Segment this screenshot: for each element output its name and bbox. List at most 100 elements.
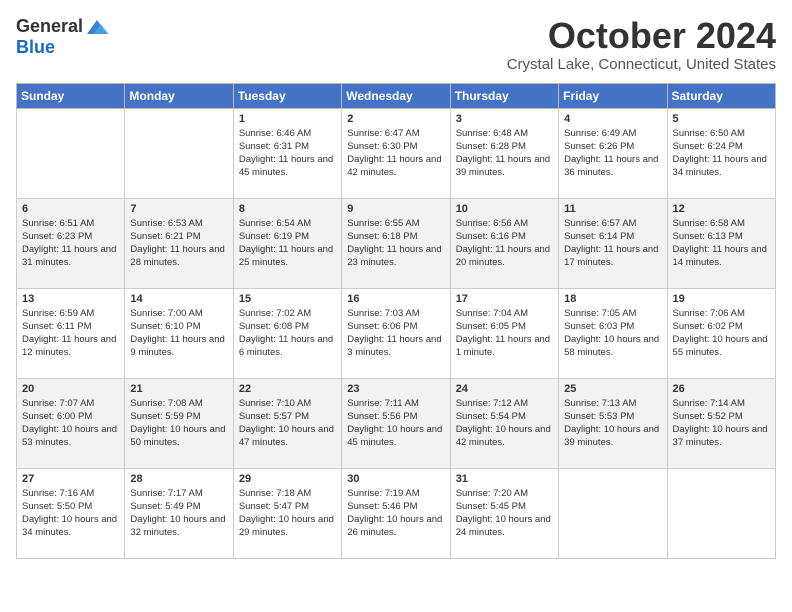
day-number: 12: [673, 203, 770, 215]
calendar-cell: [17, 108, 125, 198]
day-number: 10: [456, 203, 553, 215]
day-info: Sunrise: 7:08 AM Sunset: 5:59 PM Dayligh…: [130, 397, 227, 450]
calendar-cell: 10 Sunrise: 6:56 AM Sunset: 6:16 PM Dayli…: [450, 198, 558, 288]
calendar-week-row: 27 Sunrise: 7:16 AM Sunset: 5:50 PM Dayli…: [17, 468, 776, 558]
calendar-cell: 31Sunrise: 7:20 AM Sunset: 5:45 PM Dayli…: [450, 468, 558, 558]
day-info: Sunrise: 7:19 AM Sunset: 5:46 PM Dayligh…: [347, 487, 444, 540]
day-number: 13: [22, 293, 119, 305]
day-number: 24: [456, 383, 553, 395]
weekday-header-monday: Monday: [125, 83, 233, 108]
logo: General Blue: [16, 16, 109, 58]
weekday-header-thursday: Thursday: [450, 83, 558, 108]
day-info: Sunrise: 7:12 AM Sunset: 5:54 PM Dayligh…: [456, 397, 553, 450]
day-info: Sunrise: 7:04 AM Sunset: 6:05 PM Dayligh…: [456, 307, 553, 360]
title-area: October 2024 Crystal Lake, Connecticut, …: [507, 16, 776, 73]
calendar-cell: 3Sunrise: 6:48 AM Sunset: 6:28 PM Daylig…: [450, 108, 558, 198]
day-info: Sunrise: 7:05 AM Sunset: 6:03 PM Dayligh…: [564, 307, 661, 360]
weekday-header-sunday: Sunday: [17, 83, 125, 108]
calendar-cell: 5 Sunrise: 6:50 AM Sunset: 6:24 PM Daylig…: [667, 108, 775, 198]
day-number: 17: [456, 293, 553, 305]
calendar-cell: [559, 468, 667, 558]
calendar-cell: 26 Sunrise: 7:14 AM Sunset: 5:52 PM Dayli…: [667, 378, 775, 468]
calendar-cell: 24 Sunrise: 7:12 AM Sunset: 5:54 PM Dayli…: [450, 378, 558, 468]
calendar-cell: 29 Sunrise: 7:18 AM Sunset: 5:47 PM Dayli…: [233, 468, 341, 558]
day-number: 5: [673, 113, 770, 125]
day-number: 31: [456, 473, 553, 485]
calendar-cell: 11 Sunrise: 6:57 AM Sunset: 6:14 PM Dayli…: [559, 198, 667, 288]
day-info: Sunrise: 6:58 AM Sunset: 6:13 PM Dayligh…: [673, 217, 770, 270]
calendar-cell: 25 Sunrise: 7:13 AM Sunset: 5:53 PM Dayli…: [559, 378, 667, 468]
calendar-cell: 20Sunrise: 7:07 AM Sunset: 6:00 PM Dayli…: [17, 378, 125, 468]
day-number: 19: [673, 293, 770, 305]
day-number: 25: [564, 383, 661, 395]
logo-blue-text: Blue: [16, 37, 55, 58]
day-number: 15: [239, 293, 336, 305]
day-number: 21: [130, 383, 227, 395]
calendar-cell: [667, 468, 775, 558]
day-info: Sunrise: 6:57 AM Sunset: 6:14 PM Dayligh…: [564, 217, 661, 270]
calendar-cell: 22 Sunrise: 7:10 AM Sunset: 5:57 PM Dayli…: [233, 378, 341, 468]
day-info: Sunrise: 7:18 AM Sunset: 5:47 PM Dayligh…: [239, 487, 336, 540]
location-title: Crystal Lake, Connecticut, United States: [507, 56, 776, 73]
calendar-cell: [125, 108, 233, 198]
day-number: 11: [564, 203, 661, 215]
calendar-cell: 6Sunrise: 6:51 AM Sunset: 6:23 PM Daylig…: [17, 198, 125, 288]
calendar-cell: 12 Sunrise: 6:58 AM Sunset: 6:13 PM Dayli…: [667, 198, 775, 288]
day-info: Sunrise: 6:47 AM Sunset: 6:30 PM Dayligh…: [347, 127, 444, 180]
day-number: 7: [130, 203, 227, 215]
calendar-cell: 19 Sunrise: 7:06 AM Sunset: 6:02 PM Dayli…: [667, 288, 775, 378]
calendar-cell: 2Sunrise: 6:47 AM Sunset: 6:30 PM Daylig…: [342, 108, 450, 198]
day-info: Sunrise: 6:49 AM Sunset: 6:26 PM Dayligh…: [564, 127, 661, 180]
calendar-cell: 18 Sunrise: 7:05 AM Sunset: 6:03 PM Dayli…: [559, 288, 667, 378]
day-info: Sunrise: 6:59 AM Sunset: 6:11 PM Dayligh…: [22, 307, 119, 360]
day-number: 1: [239, 113, 336, 125]
day-info: Sunrise: 7:13 AM Sunset: 5:53 PM Dayligh…: [564, 397, 661, 450]
day-number: 9: [347, 203, 444, 215]
calendar-week-row: 13 Sunrise: 6:59 AM Sunset: 6:11 PM Dayli…: [17, 288, 776, 378]
calendar-cell: 8 Sunrise: 6:54 AM Sunset: 6:19 PM Daylig…: [233, 198, 341, 288]
day-info: Sunrise: 7:02 AM Sunset: 6:08 PM Dayligh…: [239, 307, 336, 360]
day-number: 27: [22, 473, 119, 485]
weekday-header-saturday: Saturday: [667, 83, 775, 108]
logo-general-text: General: [16, 16, 83, 37]
calendar-cell: 30Sunrise: 7:19 AM Sunset: 5:46 PM Dayli…: [342, 468, 450, 558]
day-info: Sunrise: 7:06 AM Sunset: 6:02 PM Dayligh…: [673, 307, 770, 360]
day-info: Sunrise: 6:54 AM Sunset: 6:19 PM Dayligh…: [239, 217, 336, 270]
day-info: Sunrise: 7:16 AM Sunset: 5:50 PM Dayligh…: [22, 487, 119, 540]
day-number: 4: [564, 113, 661, 125]
calendar-cell: 14Sunrise: 7:00 AM Sunset: 6:10 PM Dayli…: [125, 288, 233, 378]
day-number: 28: [130, 473, 227, 485]
day-info: Sunrise: 7:14 AM Sunset: 5:52 PM Dayligh…: [673, 397, 770, 450]
day-number: 20: [22, 383, 119, 395]
day-info: Sunrise: 6:46 AM Sunset: 6:31 PM Dayligh…: [239, 127, 336, 180]
day-number: 8: [239, 203, 336, 215]
day-info: Sunrise: 6:50 AM Sunset: 6:24 PM Dayligh…: [673, 127, 770, 180]
day-number: 29: [239, 473, 336, 485]
day-info: Sunrise: 6:56 AM Sunset: 6:16 PM Dayligh…: [456, 217, 553, 270]
calendar-cell: 4 Sunrise: 6:49 AM Sunset: 6:26 PM Daylig…: [559, 108, 667, 198]
calendar-cell: 21 Sunrise: 7:08 AM Sunset: 5:59 PM Dayli…: [125, 378, 233, 468]
calendar-header-row: SundayMondayTuesdayWednesdayThursdayFrid…: [17, 83, 776, 108]
day-number: 18: [564, 293, 661, 305]
calendar-cell: 7Sunrise: 6:53 AM Sunset: 6:21 PM Daylig…: [125, 198, 233, 288]
page-header: General Blue October 2024 Crystal Lake, …: [16, 16, 776, 73]
calendar-week-row: 6Sunrise: 6:51 AM Sunset: 6:23 PM Daylig…: [17, 198, 776, 288]
calendar-week-row: 1 Sunrise: 6:46 AM Sunset: 6:31 PM Daylig…: [17, 108, 776, 198]
calendar-cell: 23Sunrise: 7:11 AM Sunset: 5:56 PM Dayli…: [342, 378, 450, 468]
logo-icon: [85, 18, 109, 36]
month-title: October 2024: [507, 16, 776, 56]
day-number: 3: [456, 113, 553, 125]
day-info: Sunrise: 7:03 AM Sunset: 6:06 PM Dayligh…: [347, 307, 444, 360]
day-number: 26: [673, 383, 770, 395]
day-number: 22: [239, 383, 336, 395]
weekday-header-wednesday: Wednesday: [342, 83, 450, 108]
calendar-cell: 9Sunrise: 6:55 AM Sunset: 6:18 PM Daylig…: [342, 198, 450, 288]
day-info: Sunrise: 7:10 AM Sunset: 5:57 PM Dayligh…: [239, 397, 336, 450]
day-number: 16: [347, 293, 444, 305]
calendar-cell: 13 Sunrise: 6:59 AM Sunset: 6:11 PM Dayli…: [17, 288, 125, 378]
day-number: 23: [347, 383, 444, 395]
day-info: Sunrise: 7:17 AM Sunset: 5:49 PM Dayligh…: [130, 487, 227, 540]
calendar-table: SundayMondayTuesdayWednesdayThursdayFrid…: [16, 83, 776, 559]
calendar-cell: 27 Sunrise: 7:16 AM Sunset: 5:50 PM Dayli…: [17, 468, 125, 558]
day-info: Sunrise: 6:51 AM Sunset: 6:23 PM Dayligh…: [22, 217, 119, 270]
